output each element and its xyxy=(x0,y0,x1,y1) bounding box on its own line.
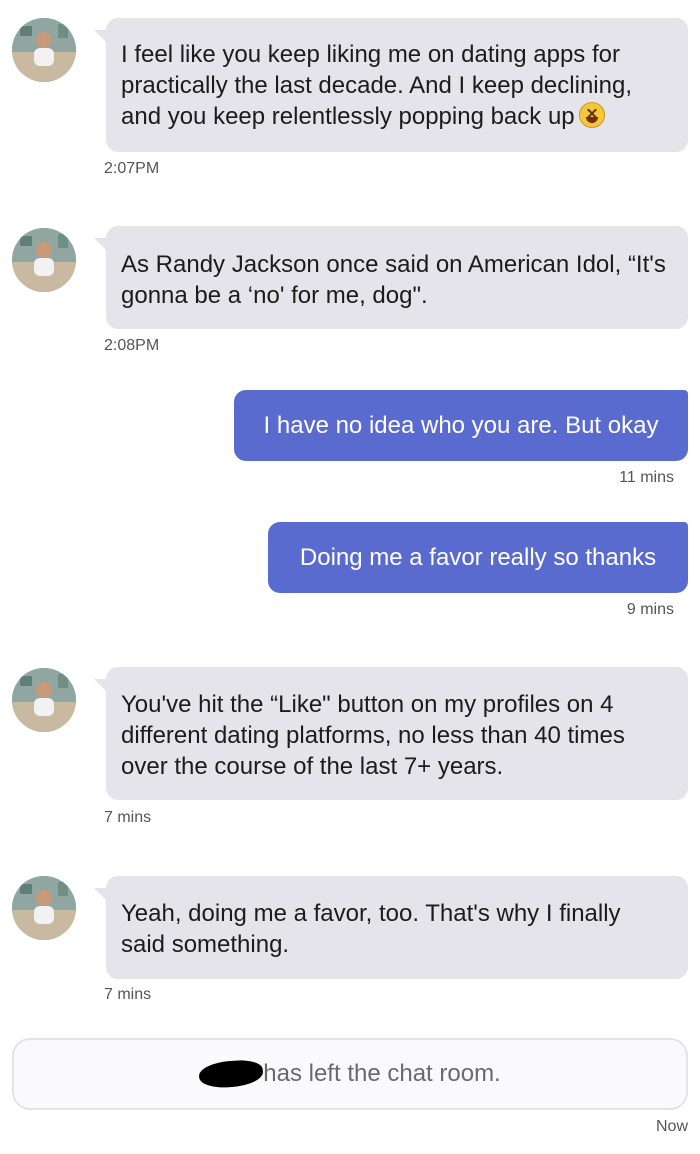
system-notice-text: has left the chat room. xyxy=(263,1060,501,1087)
message-text: You've hit the “Like" button on my profi… xyxy=(121,691,625,780)
incoming-message-bubble[interactable]: As Randy Jackson once said on American I… xyxy=(94,226,688,329)
message-text: I feel like you keep liking me on dating… xyxy=(121,41,632,130)
message-timestamp: 9 mins xyxy=(626,601,674,618)
system-notice-timestamp: Now xyxy=(655,1118,688,1135)
contact-avatar[interactable] xyxy=(12,18,76,82)
avatar-photo-icon xyxy=(12,18,76,82)
message-timestamp: 7 mins xyxy=(104,809,152,826)
avatar-photo-icon xyxy=(12,668,76,732)
contact-avatar[interactable] xyxy=(12,668,76,732)
outgoing-message-bubble[interactable]: Doing me a favor really so thanks xyxy=(268,522,688,593)
message-text: As Randy Jackson once said on American I… xyxy=(121,251,666,309)
avatar-photo-icon xyxy=(12,876,76,940)
avatar-photo-icon xyxy=(12,228,76,292)
contact-avatar[interactable] xyxy=(12,228,76,292)
message-timestamp: 2:07PM xyxy=(104,160,160,177)
system-notice: has left the chat room. xyxy=(12,1038,688,1110)
incoming-message-bubble[interactable]: I feel like you keep liking me on dating… xyxy=(94,18,688,152)
message-timestamp: 11 mins xyxy=(619,469,674,486)
contact-avatar[interactable] xyxy=(12,876,76,940)
message-text: Doing me a favor really so thanks xyxy=(299,544,657,571)
grinning-squinting-face-icon xyxy=(578,102,605,128)
outgoing-message-bubble[interactable]: I have no idea who you are. But okay xyxy=(234,390,688,461)
message-timestamp: 2:08PM xyxy=(104,337,160,354)
message-text: I have no idea who you are. But okay xyxy=(263,412,659,439)
incoming-message-bubble[interactable]: Yeah, doing me a favor, too. That's why … xyxy=(94,876,688,979)
message-timestamp: 7 mins xyxy=(104,986,152,1003)
redacted-username xyxy=(198,1058,265,1090)
message-text: Yeah, doing me a favor, too. That's why … xyxy=(121,900,621,958)
incoming-message-bubble[interactable]: You've hit the “Like" button on my profi… xyxy=(94,667,688,800)
